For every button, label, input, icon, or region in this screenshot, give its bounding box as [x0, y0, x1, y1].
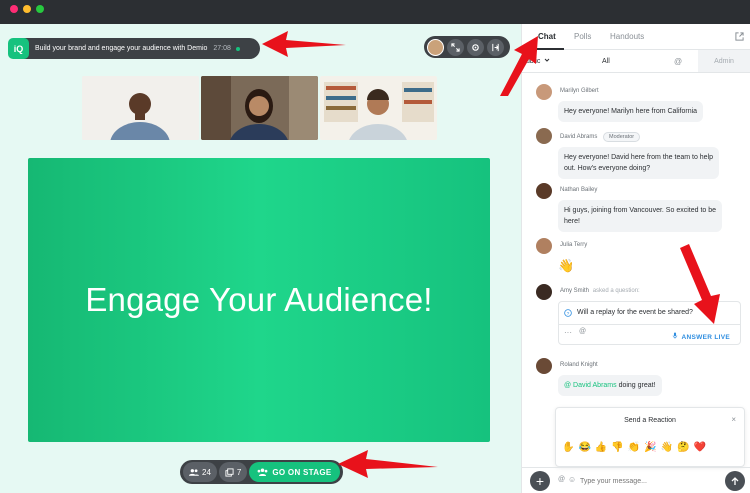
message-line-2: here!: [564, 218, 580, 225]
maximize-window-button[interactable]: [36, 5, 44, 13]
participant-video-2[interactable]: [201, 76, 318, 140]
chat-filter-row: ublic All @ Admin: [522, 50, 750, 73]
avatar: [536, 183, 552, 199]
annotation-arrow-event-bar: [262, 31, 346, 57]
tab-handouts[interactable]: Handouts: [610, 32, 644, 41]
chevron-down-icon: [545, 58, 550, 62]
presentation-slide: Engage Your Audience!: [28, 158, 490, 442]
message-line-1: Hey everyone! David here from the team t…: [564, 154, 714, 161]
sender-name-text: David Abrams: [560, 134, 598, 140]
go-on-stage-button[interactable]: GO ON STAGE: [249, 462, 340, 482]
message-line-1: Hi guys, joining from Vancouver. So exci…: [564, 207, 717, 214]
thumbs-down-emoji-button[interactable]: 👎: [611, 442, 623, 453]
reaction-title: Send a Reaction: [624, 417, 676, 424]
message-bubble: @ David Abrams doing great!: [558, 375, 662, 396]
minimize-window-button[interactable]: [23, 5, 31, 13]
message-bubble: Hey everyone! David here from the team t…: [558, 147, 720, 179]
people-icon: [189, 469, 199, 476]
panel-tabs: Chat Polls Handouts: [522, 24, 750, 50]
send-arrow-icon: [731, 476, 739, 485]
annotation-arrow-go-on-stage: [338, 450, 438, 478]
add-attachment-button[interactable]: +: [530, 471, 550, 491]
answer-live-label: ANSWER LIVE: [681, 334, 730, 341]
mention-icon[interactable]: @: [558, 476, 565, 483]
demio-logo: iQ: [8, 38, 29, 59]
group-icon: [257, 468, 268, 476]
laughing-emoji-button[interactable]: 😂: [578, 442, 590, 453]
go-on-stage-label: GO ON STAGE: [272, 467, 332, 477]
avatar: [536, 284, 552, 300]
send-button[interactable]: [725, 471, 745, 491]
stage-area: iQ Build your brand and engage your audi…: [0, 24, 521, 493]
attendees-count: 24: [202, 467, 211, 477]
thinking-emoji-button[interactable]: 🤔: [677, 442, 689, 453]
message-text: doing great!: [616, 382, 656, 389]
message-bubble: Hi guys, joining from Vancouver. So exci…: [558, 200, 723, 232]
avatar: [536, 128, 552, 144]
sender-name: Roland Knight: [560, 362, 598, 368]
emoji-row: ✋ 😂 👍 👎 👏 🎉 👋 🤔 ❤️: [562, 442, 706, 453]
raised-hand-emoji-button[interactable]: ✋: [562, 442, 574, 453]
tab-polls[interactable]: Polls: [574, 32, 591, 41]
question-suffix: asked a question:: [592, 288, 640, 294]
slide-heading: Engage Your Audience!: [85, 281, 433, 318]
avatar: [536, 358, 552, 374]
heart-emoji-button[interactable]: ❤️: [694, 442, 706, 453]
avatar: [536, 238, 552, 254]
window-titlebar: [0, 0, 750, 24]
wave-emoji: 👋: [558, 258, 575, 273]
annotation-arrow-chat-tab: [500, 36, 538, 96]
admin-filter[interactable]: Admin: [698, 50, 750, 72]
svg-text:?: ?: [567, 311, 570, 317]
more-options-icon[interactable]: ···: [564, 328, 572, 337]
sender-name-text: Amy Smith: [560, 288, 590, 294]
message-input[interactable]: [580, 474, 728, 489]
attendees-button[interactable]: 24: [183, 462, 217, 482]
reaction-popup: Send a Reaction × ✋ 😂 👍 👎 👏 🎉 👋 🤔 ❤️: [555, 407, 745, 467]
participant-video-3[interactable]: [320, 76, 437, 140]
participant-video-1[interactable]: [82, 76, 199, 140]
message-bubble: Hey everyone! Marilyn here from Californ…: [558, 101, 704, 122]
live-indicator-icon: [235, 46, 240, 51]
handouts-count: 7: [236, 467, 242, 477]
close-icon[interactable]: ×: [731, 415, 736, 424]
sender-name: David Abrams Moderator: [560, 132, 641, 142]
thumbs-up-emoji-button[interactable]: 👍: [595, 442, 607, 453]
clap-emoji-button[interactable]: 👏: [628, 442, 640, 453]
mention-icon[interactable]: @: [579, 328, 586, 335]
sender-name: Julia Terry: [560, 242, 588, 248]
answer-live-button[interactable]: ANSWER LIVE: [672, 332, 730, 341]
question-icon: ?: [564, 309, 572, 317]
event-title: Build your brand and engage your audienc…: [35, 45, 208, 52]
annotation-arrow-answer-live: [680, 244, 720, 324]
event-timer: 27:08: [213, 45, 231, 52]
mention-filter-icon[interactable]: @: [674, 57, 682, 66]
sender-name: Amy Smith asked a question:: [560, 288, 640, 294]
emoji-picker-icon[interactable]: ☺: [568, 475, 576, 484]
pop-out-icon[interactable]: [735, 32, 744, 41]
handouts-button[interactable]: 7: [218, 462, 248, 482]
stage-bottom-bar: 24 7 GO ON STAGE: [180, 460, 343, 484]
message-line-2: out. How's everyone doing?: [564, 165, 651, 172]
settings-gear-icon[interactable]: [467, 38, 484, 56]
event-title-bar: iQ Build your brand and engage your audi…: [8, 38, 260, 59]
close-window-button[interactable]: [10, 5, 18, 13]
all-filter[interactable]: All: [602, 58, 610, 65]
sender-name: Marilyn Gilbert: [560, 88, 599, 94]
wave-emoji-button[interactable]: 👋: [661, 442, 673, 453]
sender-name: Nathan Bailey: [560, 187, 598, 193]
mention-link[interactable]: @ David Abrams: [564, 382, 617, 389]
fullscreen-icon[interactable]: [447, 38, 464, 56]
moderator-badge: Moderator: [603, 132, 641, 142]
party-emoji-button[interactable]: 🎉: [644, 442, 656, 453]
presenter-avatar[interactable]: [427, 38, 444, 56]
handouts-icon: [225, 467, 234, 477]
message-composer: + @ ☺: [522, 467, 750, 493]
microphone-icon: [672, 332, 677, 339]
